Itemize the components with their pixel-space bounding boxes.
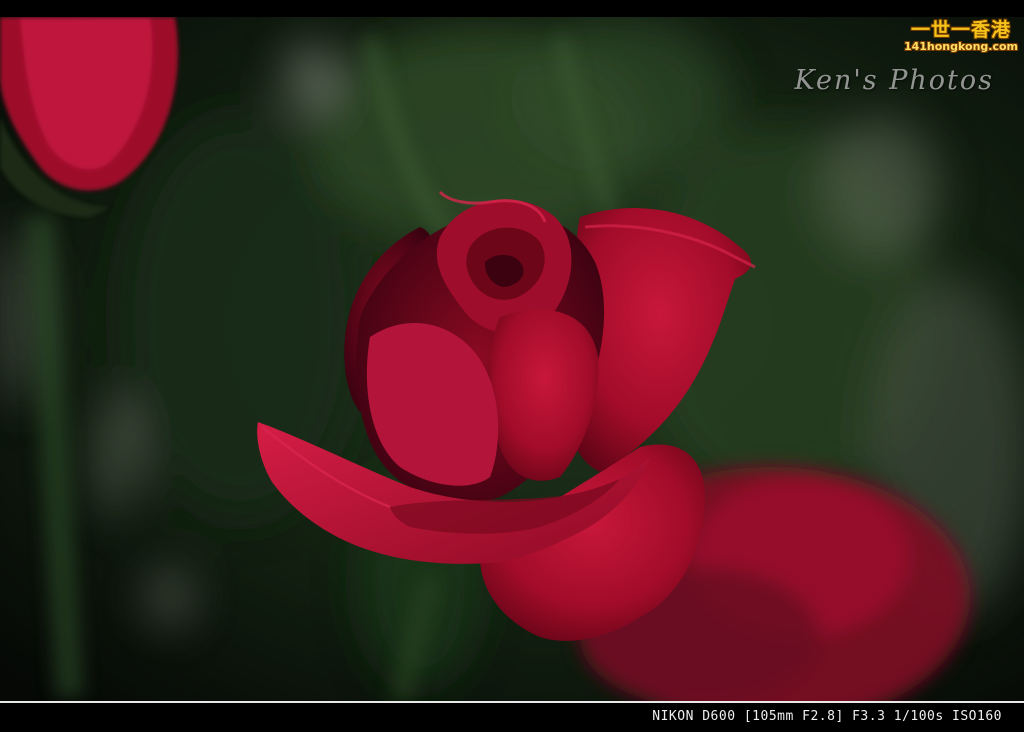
rose-photo-illustration xyxy=(0,17,1024,701)
exif-caption: NIKON D600 [105mm F2.8] F3.3 1/100s ISO1… xyxy=(652,709,1002,724)
watermark-text: Ken's Photos xyxy=(794,65,994,96)
caption-bar: NIKON D600 [105mm F2.8] F3.3 1/100s ISO1… xyxy=(0,703,1024,732)
site-logo-url: 141hongkong.com xyxy=(903,40,1018,53)
top-border xyxy=(0,0,1024,17)
site-logo-chinese: 一世一香港 xyxy=(910,19,1011,41)
rose-photo: Ken's Photos 一世一香港 141hongkong.com xyxy=(0,17,1024,701)
photo-frame: Ken's Photos 一世一香港 141hongkong.com NIKON… xyxy=(0,0,1024,732)
site-logo: 一世一香港 141hongkong.com xyxy=(903,19,1018,53)
